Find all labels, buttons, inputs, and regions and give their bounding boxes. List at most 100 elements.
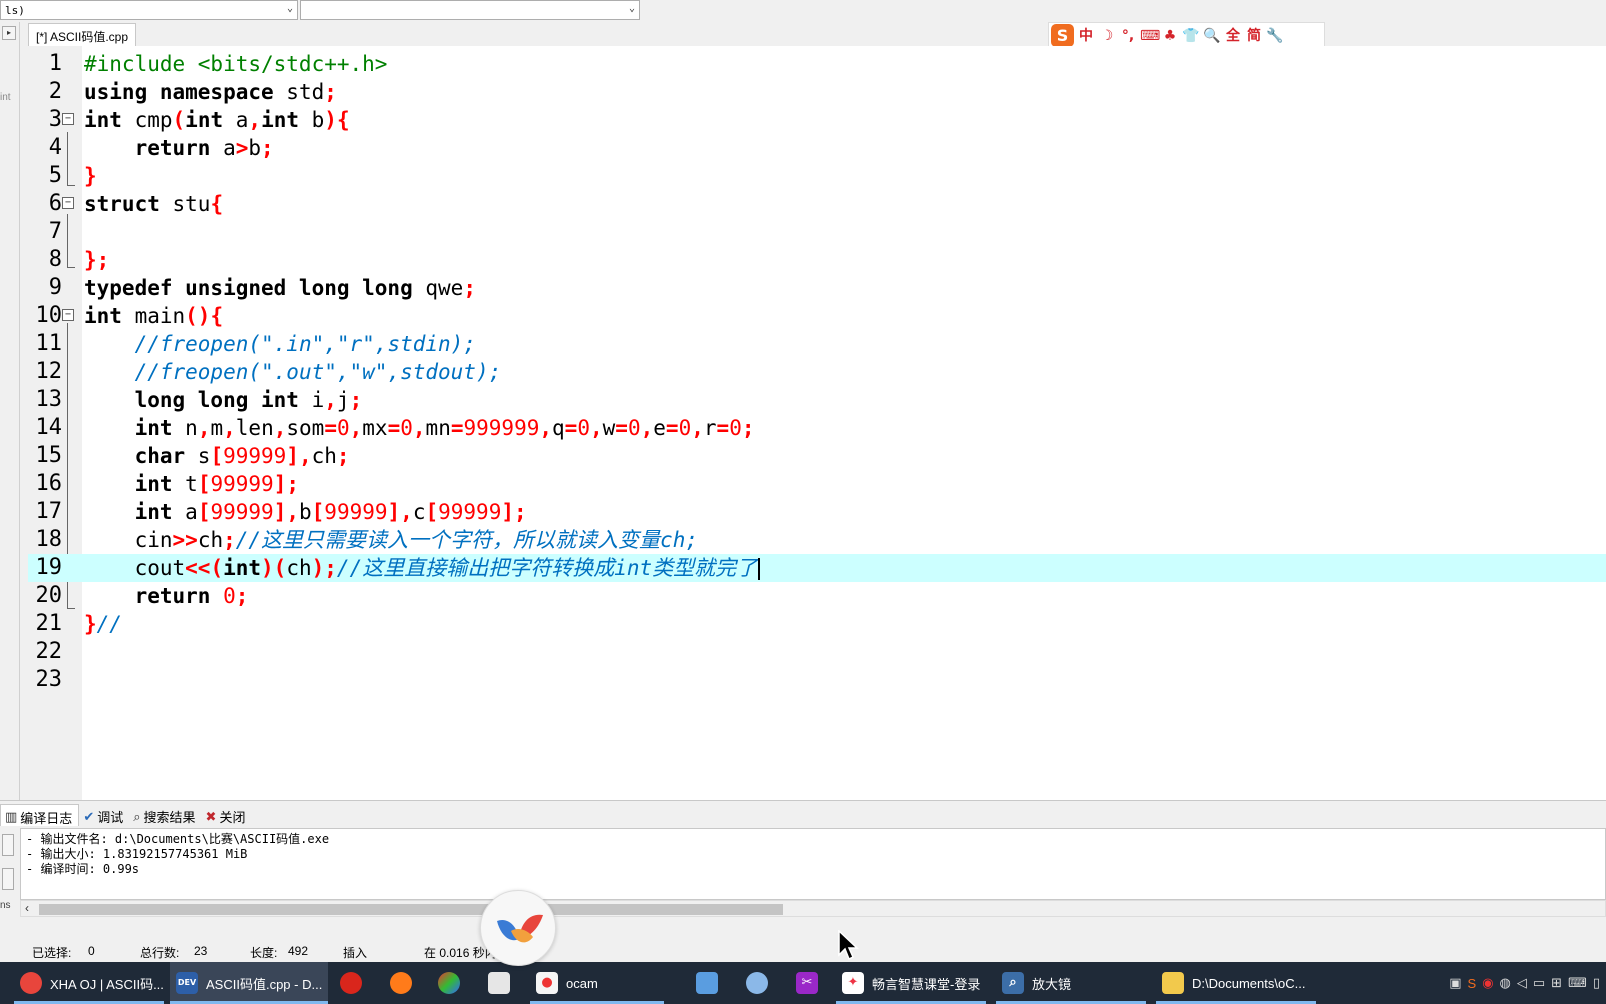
simplified-icon[interactable]: 简 — [1245, 26, 1263, 46]
task-scissors[interactable]: ✂ — [790, 962, 830, 1004]
task-magnifier[interactable]: ⌕ 放大镜 — [996, 962, 1146, 1004]
sogou-logo-icon[interactable]: S — [1051, 24, 1074, 47]
code-line[interactable]: 5 } — [28, 162, 1606, 190]
scroll-left-icon[interactable]: ‹ — [25, 901, 29, 915]
tab-debug[interactable]: ✔ 调试 — [79, 804, 129, 826]
compile-log[interactable]: - 输出文件名: d:\Documents\比赛\ASCII码值.exe - 输… — [20, 828, 1606, 900]
number: 0 — [400, 416, 413, 440]
code-line[interactable]: 8 }; — [28, 246, 1606, 274]
bird-icon — [497, 914, 543, 943]
fold-collapse-icon[interactable]: − — [62, 309, 74, 321]
code-line[interactable]: 10 − int main(){ — [28, 302, 1606, 330]
code-text: //freopen(".in","r",stdin); — [84, 330, 476, 358]
code-lines: 1 #include <bits/stdc++.h> 2 using names… — [28, 50, 1606, 694]
task-pinwheel[interactable] — [432, 962, 472, 1004]
pinwheel-icon — [438, 972, 460, 994]
identifier: t — [172, 472, 198, 496]
code-line[interactable]: 23 — [28, 666, 1606, 694]
user-icon[interactable]: ♣ — [1161, 26, 1179, 46]
symbol: , — [539, 416, 553, 440]
editor-tab[interactable]: [*] ASCII码值.cpp — [28, 23, 137, 46]
symbol: , — [589, 416, 603, 440]
scroll-right-button[interactable]: ▸ — [2, 26, 16, 40]
task-tomato[interactable] — [334, 962, 374, 1004]
code-line[interactable]: 11 //freopen(".in","r",stdin); — [28, 330, 1606, 358]
code-line[interactable]: 9 typedef unsigned long long qwe; — [28, 274, 1606, 302]
code-line[interactable]: 13 long long int i,j; — [28, 386, 1606, 414]
editor-tab-bar: [*] ASCII码值.cpp — [20, 22, 1606, 46]
network-icon[interactable]: ◍ — [1500, 975, 1511, 991]
function-combo[interactable]: ⌄ — [300, 0, 640, 20]
close-icon: ✖ — [205, 808, 217, 824]
fold-collapse-icon[interactable]: − — [62, 197, 74, 209]
task-chrome[interactable]: XHA OJ | ASCII码... — [14, 962, 164, 1004]
code-line[interactable]: 1 #include <bits/stdc++.h> — [28, 50, 1606, 78]
fullwidth-icon[interactable]: 全 — [1224, 26, 1242, 46]
floating-assistant-button[interactable] — [480, 890, 556, 966]
code-line[interactable]: 22 — [28, 638, 1606, 666]
task-document[interactable] — [482, 962, 522, 1004]
code-line[interactable]: 12 //freopen(".out","w",stdout); — [28, 358, 1606, 386]
horizontal-scrollbar[interactable]: ‹ — [20, 900, 1606, 917]
code-line[interactable]: 21 }// — [28, 610, 1606, 638]
class-combo[interactable]: ls) ⌄ — [0, 0, 298, 20]
devcpp-icon: DEV — [176, 972, 198, 994]
code-line[interactable]: 16 int t[99999]; — [28, 470, 1606, 498]
punctuation-icon[interactable]: °, — [1119, 26, 1137, 46]
code-line[interactable]: 14 int n,m,len,som=0,mx=0,mn=999999,q=0,… — [28, 414, 1606, 442]
task-explorer[interactable] — [690, 962, 730, 1004]
panel-side-button[interactable] — [2, 868, 14, 890]
symbol: ; — [235, 584, 249, 608]
identifier: ch — [311, 444, 337, 468]
code-line[interactable]: 6 − struct stu{ — [28, 190, 1606, 218]
keyboard-icon[interactable]: ⌨ — [1140, 26, 1160, 46]
ime-toolbar: S 中 ☽ °, ⌨ ♣ 👕 🔍 全 简 🔧 — [1048, 22, 1325, 49]
fold-collapse-icon[interactable]: − — [62, 113, 74, 125]
moon-icon[interactable]: ☽ — [1098, 26, 1116, 46]
symbol: = — [324, 416, 337, 440]
task-devcpp[interactable]: DEV ASCII码值.cpp - D... — [170, 962, 328, 1004]
code-line[interactable]: 3 − int cmp(int a,int b){ — [28, 106, 1606, 134]
preprocessor-text: #include <bits/stdc++.h> — [84, 52, 388, 76]
code-line[interactable]: 7 — [28, 218, 1606, 246]
symbol: ], — [387, 500, 413, 524]
total-lines-label: 总行数: — [140, 946, 180, 960]
panel-side-button[interactable] — [2, 834, 14, 856]
keyboard-icon[interactable]: ⌨ — [1568, 975, 1587, 991]
record-icon[interactable]: ◉ — [1482, 975, 1493, 991]
identifier: a — [223, 108, 249, 132]
scrollbar-thumb[interactable] — [39, 904, 783, 915]
code-line[interactable]: 15 char s[99999],ch; — [28, 442, 1606, 470]
number: 99999 — [210, 472, 274, 496]
task-paint[interactable] — [740, 962, 780, 1004]
code-line[interactable]: 2 using namespace std; — [28, 78, 1606, 106]
code-line[interactable]: 17 int a[99999],b[99999],c[99999]; — [28, 498, 1606, 526]
line-number: 1 — [48, 51, 62, 76]
code-line[interactable]: 18 cin>>ch;//这里只需要读入一个字符，所以就读入变量ch; — [28, 526, 1606, 554]
search-icon[interactable]: 🔍 — [1203, 26, 1221, 46]
skin-icon[interactable]: 👕 — [1182, 26, 1200, 46]
number: 999999 — [463, 416, 540, 440]
display-icon[interactable]: ▭ — [1533, 975, 1545, 991]
code-editor[interactable]: 1 #include <bits/stdc++.h> 2 using names… — [28, 46, 1606, 820]
code-line[interactable]: 20 return 0; — [28, 582, 1606, 610]
wrench-icon[interactable]: 🔧 — [1266, 26, 1284, 46]
task-firefox[interactable] — [384, 962, 424, 1004]
symbol: ( — [172, 108, 186, 132]
plus-icon[interactable]: ⊞ — [1551, 975, 1562, 991]
notification-icon[interactable]: ▯ — [1593, 975, 1600, 991]
task-folder[interactable]: D:\Documents\oC... — [1156, 962, 1316, 1004]
tab-compile-log[interactable]: ▥ 编译日志 — [0, 804, 80, 826]
current-code-line[interactable]: 19 cout<<(int)(ch);//这里直接输出把字符转换成int类型就完… — [28, 554, 1606, 582]
task-changyan[interactable]: ✦ 畅言智慧课堂-登录 — [836, 962, 986, 1004]
tab-close[interactable]: ✖ 关闭 — [202, 804, 252, 826]
task-ocam[interactable]: ● ocam — [530, 962, 664, 1004]
sogou-tray-icon[interactable]: S — [1468, 976, 1477, 991]
bilibili-icon[interactable]: ▣ — [1449, 975, 1461, 991]
tab-search-results[interactable]: ⌕ 搜索结果 — [129, 804, 201, 826]
toolbar: ls) ⌄ ⌄ — [0, 0, 1606, 22]
code-line[interactable]: 4 return a>b; — [28, 134, 1606, 162]
symbol: (){ — [185, 304, 224, 328]
chinese-mode-icon[interactable]: 中 — [1077, 26, 1095, 46]
volume-icon[interactable]: ◁ — [1517, 975, 1527, 991]
